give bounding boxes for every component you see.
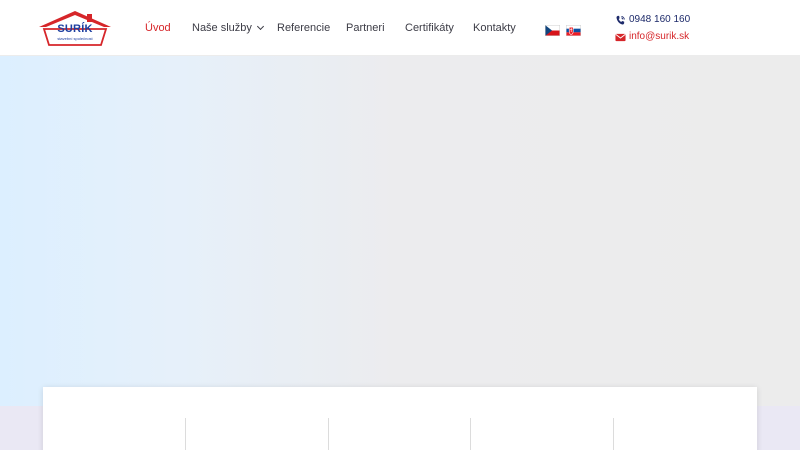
chevron-down-icon (256, 22, 264, 31)
nav-item-nase-sluzby[interactable]: Naše služby (192, 21, 264, 35)
card-divider (185, 418, 186, 450)
site-header: SURÍK stavební společnost Úvod Naše služ… (0, 0, 800, 56)
nav-item-uvod[interactable]: Úvod (145, 21, 171, 35)
card-divider (328, 418, 329, 450)
feature-card (43, 387, 757, 450)
email-address: info@surik.sk (629, 31, 690, 42)
nav-item-certifikaty[interactable]: Certifikáty (405, 21, 454, 35)
card-divider (470, 418, 471, 450)
nav-item-label: Naše služby (192, 22, 252, 34)
phone-icon (616, 15, 625, 25)
phone-link[interactable]: 0948 160 160 (615, 14, 690, 26)
nav-item-kontakty[interactable]: Kontakty (473, 21, 516, 35)
envelope-icon (615, 33, 626, 41)
czech-flag-icon[interactable] (545, 23, 560, 36)
nav-item-partneri[interactable]: Partneri (346, 21, 385, 35)
hero-banner (0, 56, 800, 406)
card-divider (613, 418, 614, 450)
email-link[interactable]: info@surik.sk (615, 31, 689, 43)
slovak-flag-icon[interactable] (566, 23, 581, 36)
nav-item-referencie[interactable]: Referencie (277, 21, 330, 35)
phone-number: 0948 160 160 (629, 14, 691, 25)
main-nav: Úvod Naše služby Referencie Partneri Cer… (0, 0, 800, 56)
page: SURÍK stavební společnost Úvod Naše služ… (0, 0, 800, 450)
